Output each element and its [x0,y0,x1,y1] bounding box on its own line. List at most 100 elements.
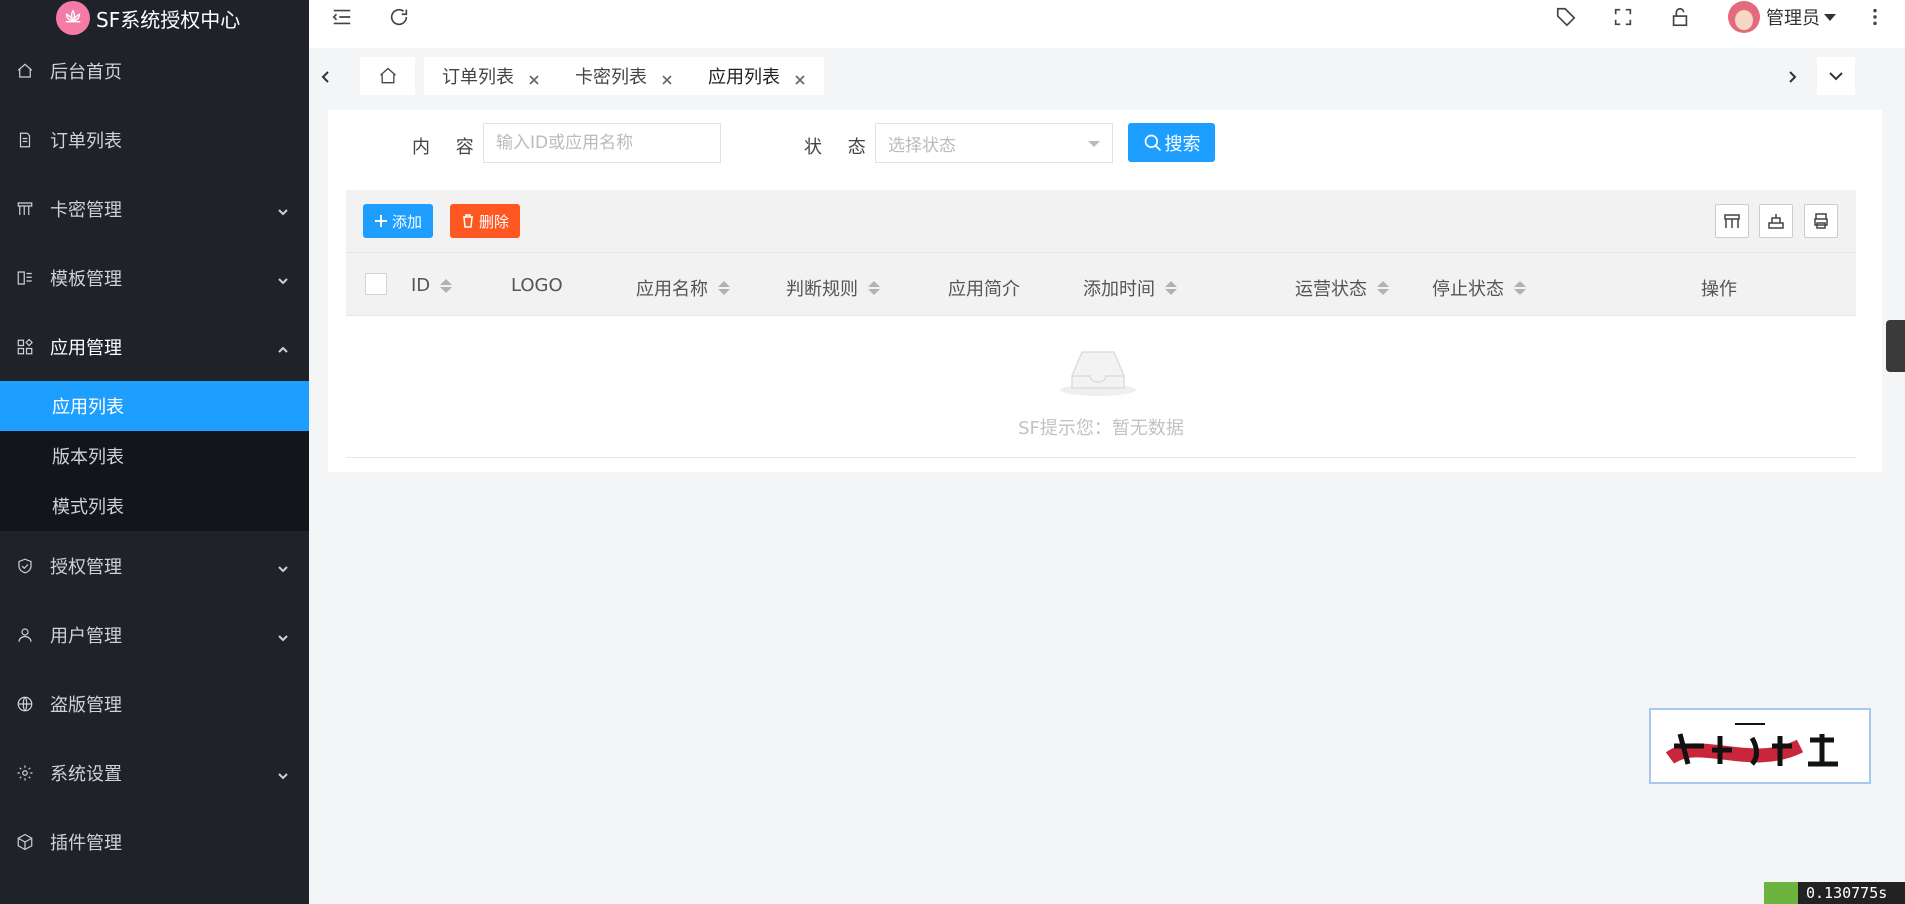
empty-state-text: SF提示您：暂无数据 [1018,418,1184,439]
column-header-rule[interactable]: 判断规则 [786,275,880,301]
export-icon[interactable] [1759,204,1793,238]
sidebar-item-auth[interactable]: 授权管理 [0,531,309,600]
sidebar: SF系统授权中心 后台首页 订单列表 卡密管理 模板管理 应用管理 应用列表 版… [0,0,309,904]
search-button-label: 搜索 [1164,133,1201,155]
tab-label: 卡密列表 [575,67,647,88]
sidebar-item-cards[interactable]: 卡密管理 [0,174,309,243]
status-filter-label: 状 态 [804,137,876,158]
column-header-label: 判断规则 [786,279,858,300]
content-search-input[interactable] [483,123,721,163]
print-icon[interactable] [1804,204,1838,238]
table-header: ID LOGO 应用名称 判断规则 应用简介 添加时间 运营状态 停止状态 操作 [346,253,1856,316]
submenu-item-version-list[interactable]: 版本列表 [0,431,309,481]
sidebar-item-home[interactable]: 后台首页 [0,36,309,105]
column-header-id[interactable]: ID [411,275,453,296]
sidebar-item-plugins[interactable]: 插件管理 [0,807,309,876]
sidebar-item-label: 插件管理 [50,832,122,854]
column-header-stop-status[interactable]: 停止状态 [1432,275,1526,301]
globe-icon [16,695,34,713]
leaf-icon [1764,882,1798,904]
avatar [1728,1,1760,33]
sidebar-item-users[interactable]: 用户管理 [0,600,309,669]
app-logo[interactable]: SF系统授权中心 [0,0,309,36]
close-icon[interactable] [794,70,806,85]
trash-icon [462,214,473,228]
column-header-label: 操作 [1701,279,1737,300]
side-drawer-handle[interactable] [1886,320,1905,372]
lotus-logo-icon [56,1,90,35]
tag-icon[interactable] [1553,4,1579,30]
add-button-label: 添加 [391,212,422,231]
fullscreen-icon[interactable] [1610,4,1636,30]
empty-inbox-icon [1060,351,1136,396]
home-tab-icon[interactable] [360,57,415,95]
plus-icon [374,215,387,227]
more-vertical-icon[interactable] [1862,4,1888,30]
blog-logo-image [1649,708,1871,784]
column-header-label: 停止状态 [1432,279,1504,300]
shield-icon [16,557,34,575]
close-icon[interactable] [528,70,540,85]
user-icon [16,626,34,644]
timer-value: 0.130775s [1806,884,1888,902]
tab-apps[interactable]: 应用列表 [690,57,824,95]
sidebar-item-label: 系统设置 [50,763,122,785]
tabs-dropdown-icon[interactable] [1817,57,1855,95]
columns-filter-icon[interactable] [1715,204,1749,238]
caret-down-icon [1824,13,1836,21]
sidebar-item-orders[interactable]: 订单列表 [0,105,309,174]
gear-icon [16,764,34,782]
sort-icon[interactable] [1514,281,1526,295]
table-empty-state: SF提示您：暂无数据 [346,316,1856,458]
sidebar-item-label: 订单列表 [50,130,122,152]
tab-orders[interactable]: 订单列表 [424,57,558,95]
submenu-item-app-list[interactable]: 应用列表 [0,381,309,431]
column-header-label: 运营状态 [1295,279,1367,300]
refresh-icon[interactable] [386,4,412,30]
document-icon [16,131,34,149]
sidebar-item-settings[interactable]: 系统设置 [0,738,309,807]
template-icon [16,269,34,287]
submenu-item-mode-list[interactable]: 模式列表 [0,481,309,531]
add-button[interactable]: 添加 [363,204,433,238]
menu-collapse-icon[interactable] [329,4,355,30]
column-header-app-name[interactable]: 应用名称 [636,275,730,301]
sidebar-item-piracy[interactable]: 盗版管理 [0,669,309,738]
card-icon [16,200,34,218]
chevron-down-icon [277,559,289,573]
chevron-down-icon [277,271,289,285]
sort-icon[interactable] [1165,281,1177,295]
lock-icon[interactable] [1667,4,1693,30]
tabs-prev-icon[interactable] [311,57,341,97]
apps-submenu: 应用列表 版本列表 模式列表 [0,381,309,531]
tabs-bar: 订单列表 卡密列表 应用列表 [309,48,1905,106]
column-header-label: ID [411,275,431,296]
sort-icon[interactable] [440,278,453,293]
sidebar-item-apps[interactable]: 应用管理 [0,312,309,381]
search-icon [1144,134,1161,151]
status-select[interactable]: 选择状态 [875,123,1113,163]
sort-icon[interactable] [1377,281,1389,295]
sort-icon[interactable] [718,281,730,295]
main-card: 内 容 状 态 选择状态 搜索 添加 删除 ID LOGO 应用名称 [328,110,1882,472]
tab-cards[interactable]: 卡密列表 [557,57,691,95]
select-all-checkbox[interactable] [365,273,387,295]
close-icon[interactable] [661,70,673,85]
tabs-next-icon[interactable] [1777,57,1807,97]
sidebar-item-templates[interactable]: 模板管理 [0,243,309,312]
column-header-label: 应用简介 [948,279,1020,300]
app-title: SF系统授权中心 [96,7,241,32]
status-select-placeholder: 选择状态 [888,135,956,156]
search-button[interactable]: 搜索 [1128,123,1215,162]
sort-icon[interactable] [868,281,880,295]
column-header-operating-status[interactable]: 运营状态 [1295,275,1389,301]
sidebar-item-label: 用户管理 [50,625,122,647]
chevron-down-icon [277,766,289,780]
home-icon [16,62,34,80]
column-header-added-time[interactable]: 添加时间 [1083,275,1177,301]
user-menu[interactable]: 管理员 [1728,0,1836,34]
chevron-down-icon [277,628,289,642]
delete-button[interactable]: 删除 [450,204,520,238]
delete-button-label: 删除 [478,212,509,231]
column-header-label: LOGO [511,275,563,296]
